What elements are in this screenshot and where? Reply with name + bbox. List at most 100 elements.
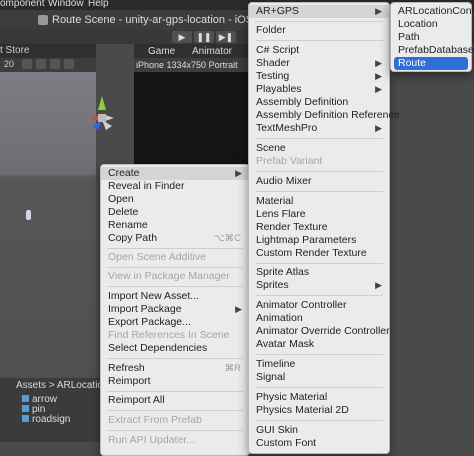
scene-zoom-value[interactable]: 20 <box>4 59 14 69</box>
resolution-dropdown[interactable]: iPhone 1334x750 Portrait <box>136 60 238 70</box>
project-context-menu: Create ▶ Reveal in Finder Open Delete Ren… <box>100 164 250 456</box>
menu-item-copy-path[interactable]: Copy Path ⌥⌘C <box>101 232 249 245</box>
menu-item-ar-gps[interactable]: AR+GPS ▶ <box>249 5 389 18</box>
tab-animator[interactable]: Animator <box>192 46 232 57</box>
menu-item-assembly-definition[interactable]: Assembly Definition <box>249 96 389 109</box>
menu-item-route[interactable]: Route <box>394 57 468 70</box>
scene-controls: 20 <box>0 58 96 72</box>
menu-item-testing[interactable]: Testing ▶ <box>249 70 389 83</box>
menu-item-gui-skin[interactable]: GUI Skin <box>249 424 389 437</box>
menu-item-physic-material[interactable]: Physic Material <box>249 391 389 404</box>
menu-item-refresh[interactable]: Refresh ⌘R <box>101 362 249 375</box>
menu-separator <box>255 191 383 192</box>
menu-separator <box>255 354 383 355</box>
menu-item-open-scene-additive: Open Scene Additive <box>108 251 207 263</box>
tab-asset-store[interactable]: t Store <box>0 45 29 56</box>
menu-item-view-in-package-manager: View in Package Manager <box>108 270 230 282</box>
unity-doc-icon <box>38 15 48 25</box>
menu-item-animation[interactable]: Animation <box>249 312 389 325</box>
chevron-right-icon: ▶ <box>235 168 242 178</box>
menu-item-scene[interactable]: Scene <box>249 142 389 155</box>
menu-item-reveal-in-finder[interactable]: Reveal in Finder <box>101 180 249 193</box>
camera-gizmo-icon[interactable] <box>26 210 31 220</box>
menu-item-audio-mixer[interactable]: Audio Mixer <box>249 175 389 188</box>
menu-component[interactable]: omponent <box>0 0 44 9</box>
pause-button[interactable]: ❚❚ <box>194 31 214 43</box>
menu-item-assembly-definition-reference[interactable]: Assembly Definition Reference <box>249 109 400 122</box>
menu-item-folder[interactable]: Folder <box>249 24 389 37</box>
menu-separator <box>107 286 243 287</box>
menu-separator <box>255 138 383 139</box>
tab-game[interactable]: Game <box>148 46 175 57</box>
menu-item-reimport[interactable]: Reimport <box>101 375 249 388</box>
prefab-icon <box>22 415 29 422</box>
project-panel: Assets > ARLocation arrow pin roadsign <box>0 378 109 442</box>
menu-item-avatar-mask[interactable]: Avatar Mask <box>249 338 389 351</box>
project-item-roadsign[interactable]: roadsign <box>22 414 70 425</box>
effects-icon[interactable] <box>50 59 60 69</box>
game-controls: iPhone 1334x750 Portrait <box>134 58 254 72</box>
menu-item-signal[interactable]: Signal <box>249 371 389 384</box>
menu-item-export-package[interactable]: Export Package... <box>101 316 249 329</box>
menu-item-create[interactable]: Create ▶ <box>101 167 249 180</box>
menu-item-custom-render-texture[interactable]: Custom Render Texture <box>249 247 389 260</box>
chevron-right-icon: ▶ <box>375 58 382 68</box>
scene-viewport[interactable] <box>0 72 114 412</box>
chevron-right-icon: ▶ <box>375 71 382 81</box>
project-breadcrumb[interactable]: Assets > ARLocation <box>16 380 109 391</box>
menu-item-shader[interactable]: Shader ▶ <box>249 57 389 70</box>
menu-item-textmeshpro[interactable]: TextMeshPro ▶ <box>249 122 389 135</box>
menu-separator <box>255 171 383 172</box>
menu-item-location[interactable]: Location <box>391 18 471 31</box>
chevron-right-icon: ▶ <box>375 84 382 94</box>
menu-item-render-texture[interactable]: Render Texture <box>249 221 389 234</box>
menu-separator <box>255 21 383 22</box>
prefab-icon <box>22 395 29 402</box>
menu-separator <box>107 358 243 359</box>
shortcut-refresh: ⌘R <box>224 363 241 374</box>
chevron-right-icon: ▶ <box>375 123 382 133</box>
play-button[interactable]: ▶ <box>172 31 192 43</box>
menu-item-custom-font[interactable]: Custom Font <box>249 437 389 450</box>
menu-item-delete[interactable]: Delete <box>101 206 249 219</box>
menu-item-material[interactable]: Material <box>249 195 389 208</box>
menu-item-run-api-updater: Run API Updater... <box>108 434 195 446</box>
menu-item-timeline[interactable]: Timeline <box>249 358 389 371</box>
game-tab-strip: Game Animator <box>134 44 254 58</box>
menu-item-prefab-variant: Prefab Variant <box>256 155 323 167</box>
lighting-icon[interactable] <box>22 59 32 69</box>
menu-separator <box>107 410 243 411</box>
menu-item-csharp-script[interactable]: C# Script <box>249 44 389 57</box>
menu-item-lightmap-parameters[interactable]: Lightmap Parameters <box>249 234 389 247</box>
menu-separator <box>107 267 243 268</box>
menu-separator <box>107 248 243 249</box>
menu-item-open[interactable]: Open <box>101 193 249 206</box>
menu-item-prefabdatabase[interactable]: PrefabDatabase <box>391 44 474 57</box>
menu-item-rename[interactable]: Rename <box>101 219 249 232</box>
menu-item-path[interactable]: Path <box>391 31 471 44</box>
menu-item-import-new-asset[interactable]: Import New Asset... <box>101 290 249 303</box>
menu-item-playables[interactable]: Playables ▶ <box>249 83 389 96</box>
menu-item-physics-material-2d[interactable]: Physics Material 2D <box>249 404 389 417</box>
menu-separator <box>255 40 383 41</box>
menu-help[interactable]: Help <box>88 0 109 9</box>
menu-item-extract-from-prefab: Extract From Prefab <box>108 414 202 426</box>
eye-icon[interactable] <box>64 59 74 69</box>
menu-item-sprites[interactable]: Sprites ▶ <box>249 279 389 292</box>
menu-item-sprite-atlas[interactable]: Sprite Atlas <box>249 266 389 279</box>
chevron-right-icon: ▶ <box>375 6 382 16</box>
menu-separator <box>255 387 383 388</box>
menu-item-animator-controller[interactable]: Animator Controller <box>249 299 389 312</box>
menu-item-import-package[interactable]: Import Package ▶ <box>101 303 249 316</box>
menu-item-find-references: Find References In Scene <box>108 329 230 341</box>
create-submenu: AR+GPS ▶ Folder C# Script Shader ▶ Testing… <box>248 2 400 454</box>
step-button[interactable]: ▶❚ <box>216 31 236 43</box>
menu-item-lens-flare[interactable]: Lens Flare <box>249 208 389 221</box>
menu-item-animator-override-controller[interactable]: Animator Override Controller <box>249 325 390 338</box>
menu-item-arlocationconfig[interactable]: ARLocationConfig <box>391 5 474 18</box>
menu-item-reimport-all[interactable]: Reimport All <box>101 394 249 407</box>
audio-icon[interactable] <box>36 59 46 69</box>
menu-separator <box>107 391 243 392</box>
menu-item-select-dependencies[interactable]: Select Dependencies <box>101 342 249 355</box>
menu-window[interactable]: Window <box>48 0 84 9</box>
